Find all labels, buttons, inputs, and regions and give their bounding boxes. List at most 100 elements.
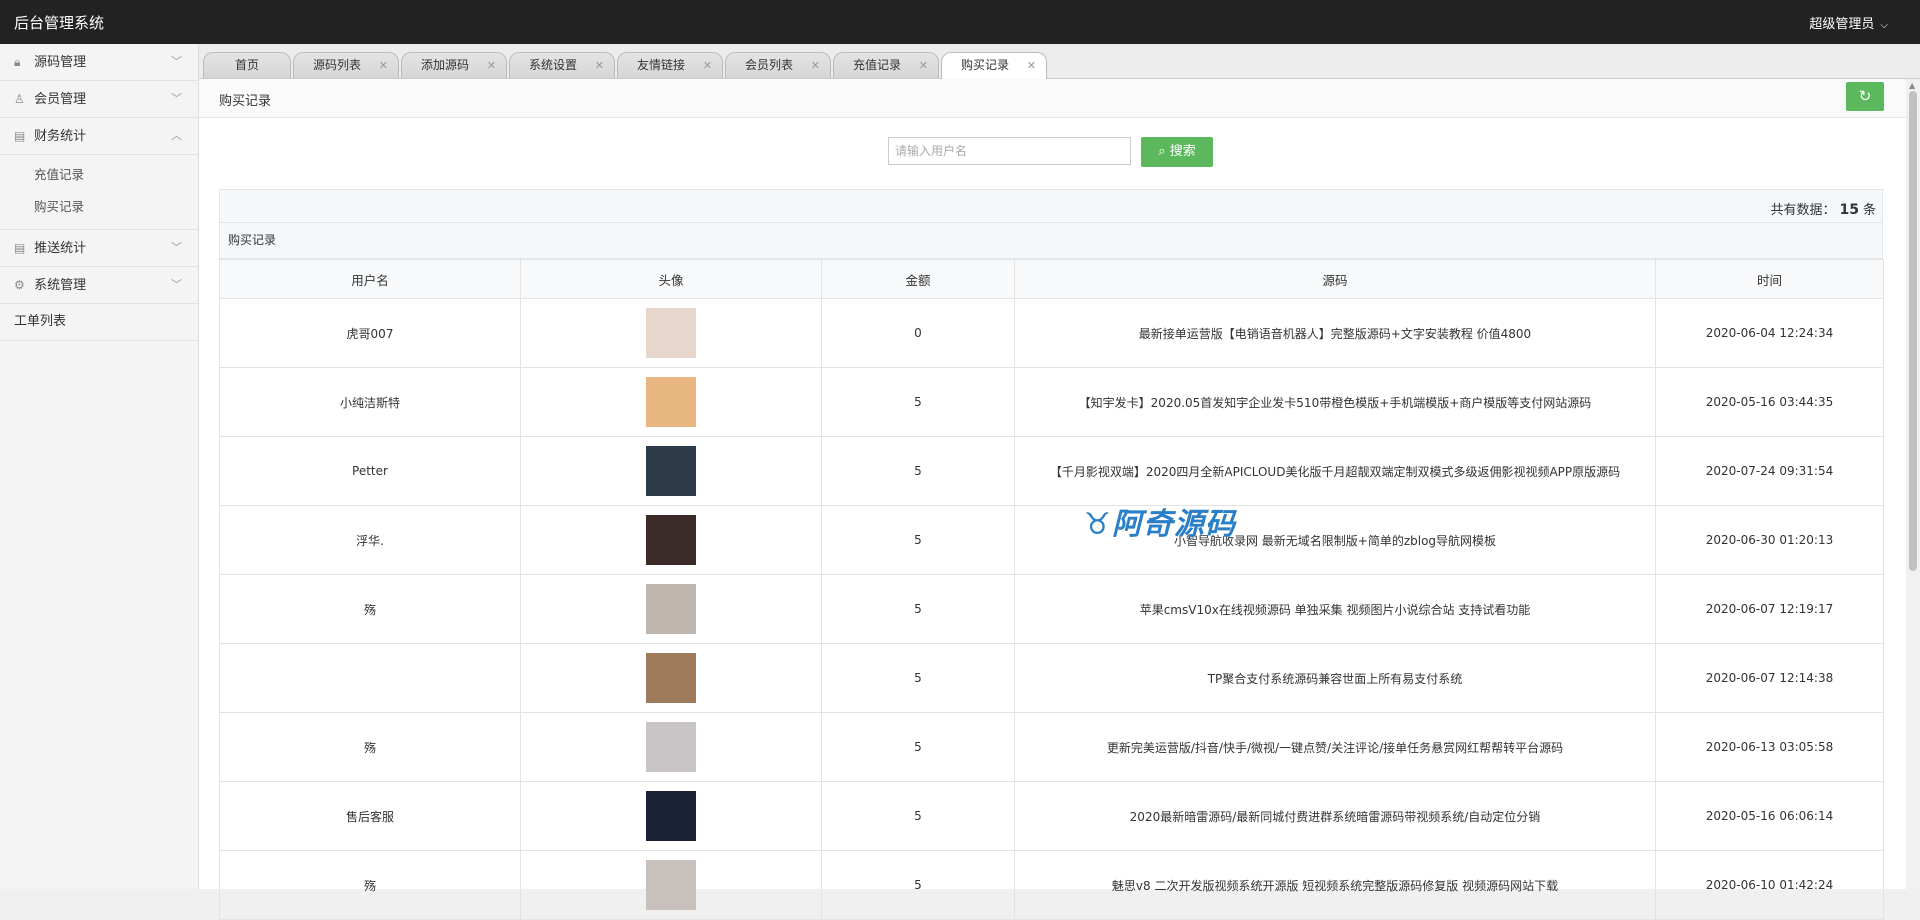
cell-amount: 5 xyxy=(821,850,1015,920)
cell-avatar xyxy=(520,712,822,782)
tab-add-source[interactable]: 添加源码 ✕ xyxy=(401,52,507,78)
tab-bar: 首页 源码列表 ✕ 添加源码 ✕ 系统设置 ✕ 友情链接 ✕ 会员列表 ✕ 充值记录 ✕ 购… xyxy=(199,44,1920,79)
table-row: Petter 5 【千月影视双端】2020四月全新APICLOUD美化版千月超靓双端… xyxy=(219,436,1884,506)
cell-avatar xyxy=(520,643,822,713)
cell-username: 售后客服 xyxy=(219,781,521,851)
content-header: 购买记录 ↻ xyxy=(199,79,1906,118)
avatar xyxy=(646,791,696,841)
chart-icon: ▤ xyxy=(14,129,26,143)
cell-username: 浮华. xyxy=(219,505,521,575)
user-menu[interactable]: 超级管理员 ⌵ xyxy=(1809,13,1888,32)
tab-source-list[interactable]: 源码列表 ✕ xyxy=(293,52,399,78)
tab-friend-links[interactable]: 友情链接 ✕ xyxy=(617,52,723,78)
close-icon[interactable]: ✕ xyxy=(1027,53,1036,78)
panel-title: 购买记录 xyxy=(219,223,1883,259)
chevron-down-icon: ﹀ xyxy=(171,92,182,105)
tab-member-list[interactable]: 会员列表 ✕ xyxy=(725,52,831,78)
cell-source: 【千月影视双端】2020四月全新APICLOUD美化版千月超靓双端定制双模式多级… xyxy=(1014,436,1656,506)
close-icon[interactable]: ✕ xyxy=(487,53,496,78)
cell-username: 小纯洁斯特 xyxy=(219,367,521,437)
cell-amount: 5 xyxy=(821,367,1015,437)
cell-time: 2020-06-30 01:20:13 xyxy=(1655,505,1884,575)
chevron-down-icon: ﹀ xyxy=(171,278,182,291)
search-input[interactable] xyxy=(888,137,1131,165)
close-icon[interactable]: ✕ xyxy=(595,53,604,78)
cell-avatar xyxy=(520,574,822,644)
tab-label: 购买记录 xyxy=(960,58,1009,72)
cell-amount: 5 xyxy=(821,781,1015,851)
cell-amount: 5 xyxy=(821,505,1015,575)
tab-label: 友情链接 xyxy=(636,58,685,72)
cell-username: 殇 xyxy=(219,712,521,782)
search-button-label: 搜索 xyxy=(1169,144,1196,159)
avatar xyxy=(646,653,696,703)
avatar xyxy=(646,308,696,358)
cell-amount: 5 xyxy=(821,712,1015,782)
lock-icon: 🔒︎ xyxy=(14,55,21,69)
close-icon[interactable]: ✕ xyxy=(919,53,928,78)
cell-time: 2020-05-16 03:44:35 xyxy=(1655,367,1884,437)
cell-time: 2020-06-07 12:14:38 xyxy=(1655,643,1884,713)
sidebar-item-push[interactable]: ▤ 推送统计 ﹀ xyxy=(0,230,198,267)
close-icon[interactable]: ✕ xyxy=(811,53,820,78)
sidebar-item-tickets[interactable]: 工单列表 xyxy=(0,304,198,341)
user-icon: ♙ xyxy=(14,92,25,106)
gear-icon: ⚙ xyxy=(14,278,25,292)
avatar xyxy=(646,860,696,910)
refresh-button[interactable]: ↻ xyxy=(1846,82,1884,111)
scrollbar[interactable]: ▲ xyxy=(1906,79,1920,889)
purchase-table: 用户名 头像 金额 源码 时间 虎哥007 0 最新接单运营版【电销语音机器人】完整… xyxy=(219,259,1884,920)
tab-label: 会员列表 xyxy=(744,58,793,72)
tab-home[interactable]: 首页 xyxy=(203,52,291,78)
tab-purchase[interactable]: 购买记录 ✕ xyxy=(941,52,1047,79)
tab-recharge[interactable]: 充值记录 ✕ xyxy=(833,52,939,78)
sidebar-item-source[interactable]: 🔒︎ 源码管理 ﹀ xyxy=(0,44,198,81)
avatar xyxy=(646,584,696,634)
sidebar-subitem-recharge[interactable]: 充值记录 xyxy=(0,159,198,191)
cell-time: 2020-06-10 01:42:24 xyxy=(1655,850,1884,920)
table-row: 浮华. 5 小智导航收录网 最新无域名限制版+简单的zblog导航网模板 2020-0… xyxy=(219,505,1884,575)
sidebar-subitem-purchase[interactable]: 购买记录 xyxy=(0,191,198,223)
search-button[interactable]: ⌕ 搜索 xyxy=(1141,137,1213,167)
total-number: 15 xyxy=(1839,202,1859,218)
table-row: 殇 5 苹果cmsV10x在线视频源码 单独采集 视频图片小说综合站 支持试看功能 2… xyxy=(219,574,1884,644)
scrollbar-thumb[interactable] xyxy=(1909,91,1917,571)
cell-source: TP聚合支付系统源码兼容世面上所有易支付系统 xyxy=(1014,643,1656,713)
table-row: 小纯洁斯特 5 【知宇发卡】2020.05首发知宇企业发卡510带橙色模版+手机端模… xyxy=(219,367,1884,437)
cell-amount: 5 xyxy=(821,436,1015,506)
sidebar-item-finance[interactable]: ▤ 财务统计 ︿ xyxy=(0,118,198,155)
cell-avatar xyxy=(520,367,822,437)
cell-avatar xyxy=(520,781,822,851)
chevron-down-icon: ⌵ xyxy=(1880,20,1888,31)
column-header: 源码 xyxy=(1014,259,1656,299)
main-content: 购买记录 ↻ ⌕ 搜索 共有数据：15条 购买记录 用户名 头像 金额 源码 时… xyxy=(199,79,1906,920)
tab-system-settings[interactable]: 系统设置 ✕ xyxy=(509,52,615,78)
cell-username: 虎哥007 xyxy=(219,298,521,368)
close-icon[interactable]: ✕ xyxy=(703,53,712,78)
chevron-up-icon: ︿ xyxy=(171,129,182,142)
chart-icon: ▤ xyxy=(14,241,26,255)
total-bar: 共有数据： 15 条 xyxy=(219,189,1883,223)
table-row: 售后客服 5 2020最新暗雷源码/最新同城付费进群系统暗雷源码带视频系统/自动定位… xyxy=(219,781,1884,851)
tab-label: 源码列表 xyxy=(312,58,361,72)
page-title: 购买记录 xyxy=(219,94,272,109)
cell-username xyxy=(219,643,521,713)
cell-time: 2020-06-04 12:24:34 xyxy=(1655,298,1884,368)
sidebar-item-label: 推送统计 xyxy=(34,241,87,256)
cell-username: 殇 xyxy=(219,574,521,644)
total-prefix: 共有数据： xyxy=(1770,203,1836,218)
chevron-down-icon: ﹀ xyxy=(171,55,182,68)
sidebar-item-members[interactable]: ♙ 会员管理 ﹀ xyxy=(0,81,198,118)
cell-avatar xyxy=(520,436,822,506)
table-row: 虎哥007 0 最新接单运营版【电销语音机器人】完整版源码+文字安装教程 价值480… xyxy=(219,298,1884,368)
cell-source: 魅思v8 二次开发版视频系统开源版 短视频系统完整版源码修复版 视频源码网站下载 xyxy=(1014,850,1656,920)
sidebar-item-system[interactable]: ⚙ 系统管理 ﹀ xyxy=(0,267,198,304)
cell-time: 2020-07-24 09:31:54 xyxy=(1655,436,1884,506)
cell-avatar xyxy=(520,505,822,575)
scroll-up-icon[interactable]: ▲ xyxy=(1909,81,1915,90)
chevron-down-icon: ﹀ xyxy=(171,241,182,254)
cell-amount: 5 xyxy=(821,574,1015,644)
close-icon[interactable]: ✕ xyxy=(379,53,388,78)
refresh-icon: ↻ xyxy=(1858,87,1872,105)
sidebar: 🔒︎ 源码管理 ﹀ ♙ 会员管理 ﹀ ▤ 财务统计 ︿ 充值记录 购买记录 ▤ … xyxy=(0,44,199,889)
